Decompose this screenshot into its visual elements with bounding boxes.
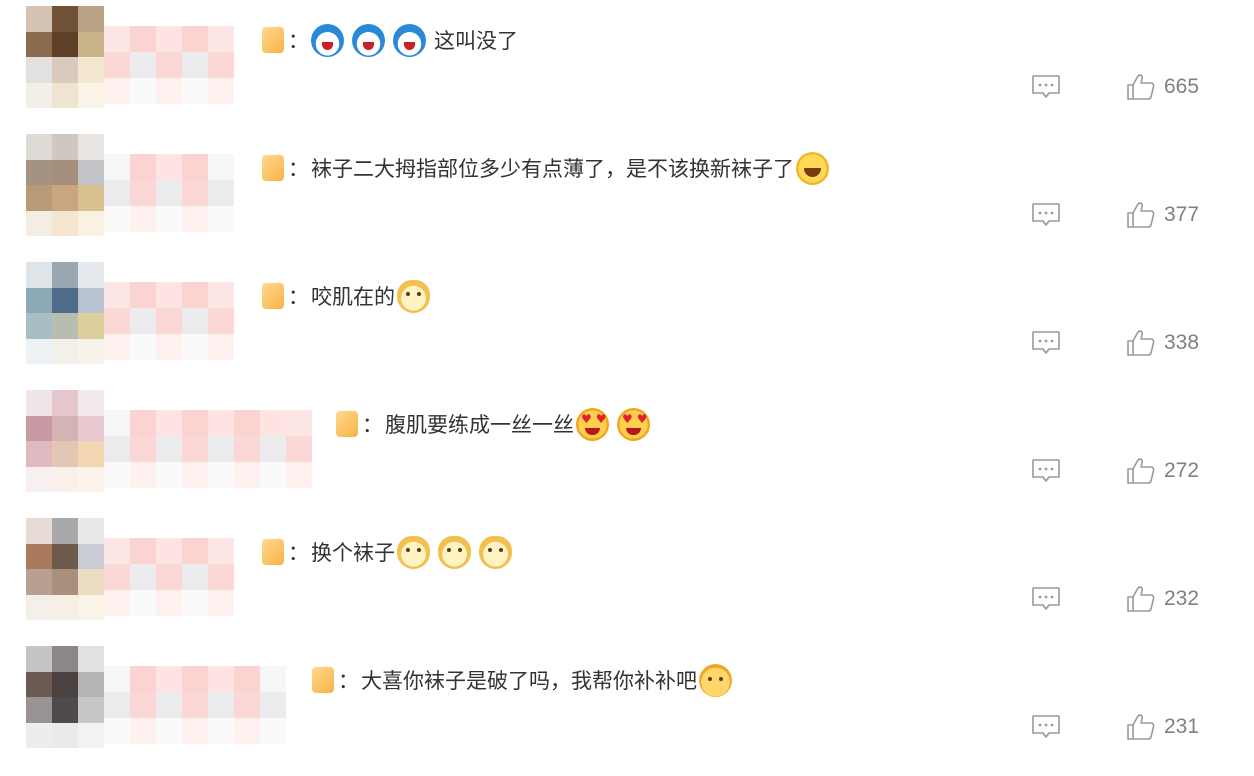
like-count: 272 [1164,459,1200,482]
user-badge-icon [262,539,284,565]
like-count: 377 [1164,203,1200,226]
thumbs-up-icon [1126,329,1156,357]
comment-bubble-icon [1031,458,1061,484]
comment-actions: 377 [1028,198,1228,232]
avatar[interactable] [26,646,104,748]
sly-doge-emoji-icon [699,663,732,697]
comment-text: 袜子二大拇指部位多少有点薄了，是不该换新袜子了 [311,157,794,181]
like-button[interactable]: 665 [1126,73,1199,101]
doraemon-emoji-icon [393,23,426,57]
doraemon-emoji-icon [311,23,344,57]
user-badge-icon [336,411,358,437]
reply-button[interactable] [1028,712,1064,742]
like-button[interactable]: 231 [1126,713,1199,741]
comment-bubble-icon [1031,74,1061,100]
reply-button[interactable] [1028,456,1064,486]
like-count: 665 [1164,75,1200,98]
reply-button[interactable] [1028,584,1064,614]
comment-text: 这叫没了 [434,29,518,53]
comment-text: 咬肌在的 [311,285,395,309]
comment-content: ：大喜你袜子是破了吗，我帮你补补吧 [312,662,740,698]
comment-actions: 338 [1028,326,1228,360]
like-button[interactable]: 232 [1126,585,1199,613]
username-blurred[interactable] [104,666,286,744]
comment-content: ： 这叫没了 [262,22,520,58]
doge-emoji-icon [397,535,430,569]
comment-actions: 272 [1028,454,1228,488]
comment-item: ：袜子二大拇指部位多少有点薄了，是不该换新袜子了 377 [0,128,1254,256]
colon-separator: ： [288,157,309,181]
comment-text: 换个袜子 [311,541,395,565]
comment-bubble-icon [1031,202,1061,228]
reply-button[interactable] [1028,72,1064,102]
user-badge-icon [312,667,334,693]
colon-separator: ： [288,541,309,565]
comment-content: ：咬肌在的 [262,278,438,314]
comment-bubble-icon [1031,330,1061,356]
colon-separator: ： [362,413,383,437]
user-badge-icon [262,283,284,309]
comment-item: ：咬肌在的 338 [0,256,1254,384]
username-blurred[interactable] [104,154,234,232]
like-button[interactable]: 377 [1126,201,1199,229]
colon-separator: ： [288,285,309,309]
avatar[interactable] [26,134,104,236]
like-button[interactable]: 272 [1126,457,1199,485]
colon-separator: ： [338,669,359,693]
comment-item: ：腹肌要练成一丝一丝 272 [0,384,1254,512]
like-count: 231 [1164,715,1200,738]
heart-eyes-emoji-icon [617,407,652,441]
comment-text: 大喜你袜子是破了吗，我帮你补补吧 [361,669,697,693]
comment-content: ：袜子二大拇指部位多少有点薄了，是不该换新袜子了 [262,150,837,186]
avatar[interactable] [26,262,104,364]
laughing-emoji-icon [796,151,829,185]
comment-item: ：换个袜子 232 [0,512,1254,640]
thumbs-up-icon [1126,457,1156,485]
comment-bubble-icon [1031,586,1061,612]
username-blurred[interactable] [104,282,234,360]
thumbs-up-icon [1126,585,1156,613]
heart-eyes-emoji-icon [576,407,611,441]
thumbs-up-icon [1126,713,1156,741]
username-blurred[interactable] [104,26,234,104]
username-blurred[interactable] [104,410,312,488]
comment-actions: 231 [1028,710,1228,744]
doge-emoji-icon [479,535,512,569]
doge-emoji-icon [438,535,471,569]
like-count: 232 [1164,587,1200,610]
comment-actions: 665 [1028,70,1228,104]
comment-content: ：腹肌要练成一丝一丝 [336,406,658,442]
comment-content: ：换个袜子 [262,534,520,570]
like-count: 338 [1164,331,1200,354]
colon-separator: ： [288,29,309,53]
avatar[interactable] [26,518,104,620]
comment-text: 腹肌要练成一丝一丝 [385,413,574,437]
comment-item: ： 这叫没了 665 [0,0,1254,128]
username-blurred[interactable] [104,538,234,616]
avatar[interactable] [26,6,104,108]
doge-emoji-icon [397,279,430,313]
reply-button[interactable] [1028,328,1064,358]
user-badge-icon [262,27,284,53]
like-button[interactable]: 338 [1126,329,1199,357]
user-badge-icon [262,155,284,181]
avatar[interactable] [26,390,104,492]
comment-actions: 232 [1028,582,1228,616]
thumbs-up-icon [1126,201,1156,229]
comment-bubble-icon [1031,714,1061,740]
doraemon-emoji-icon [352,23,385,57]
thumbs-up-icon [1126,73,1156,101]
comment-item: ：大喜你袜子是破了吗，我帮你补补吧 231 [0,640,1254,768]
reply-button[interactable] [1028,200,1064,230]
